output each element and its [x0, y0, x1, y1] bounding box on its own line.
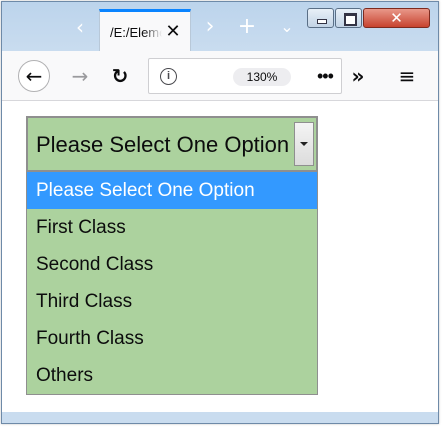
- option-item[interactable]: Others: [27, 357, 317, 394]
- url-bar[interactable]: i 130% •••: [148, 58, 342, 94]
- select-value: Please Select One Option: [36, 132, 290, 157]
- select-dropdown-list: Please Select One Option First Class Sec…: [26, 171, 318, 395]
- ellipsis-icon[interactable]: •••: [317, 66, 339, 86]
- option-item[interactable]: First Class: [27, 209, 317, 246]
- maximize-button[interactable]: [335, 8, 362, 28]
- window-frame-bottom: [2, 412, 438, 423]
- chevron-left-icon[interactable]: ‹: [69, 16, 91, 38]
- minimize-button[interactable]: [307, 8, 334, 28]
- browser-window: ‹ /E:/Elements ✕ › + ⌄ ✕ ← → ↻ i 130% ••…: [1, 1, 439, 424]
- navigation-toolbar: ← → ↻ i 130% ••• » ≡: [2, 51, 438, 101]
- close-icon: ✕: [390, 9, 403, 27]
- arrow-right-icon[interactable]: →: [68, 63, 92, 89]
- tab-active[interactable]: /E:/Elements ✕: [99, 9, 191, 51]
- option-item[interactable]: Fourth Class: [27, 320, 317, 357]
- option-item[interactable]: Please Select One Option: [27, 172, 317, 209]
- dropdown-arrow-icon[interactable]: [294, 122, 314, 166]
- chevron-down-icon[interactable]: ⌄: [275, 15, 299, 39]
- reload-icon[interactable]: ↻: [108, 63, 132, 89]
- page-content: Please Select One Option Please Select O…: [2, 101, 438, 412]
- tab-strip: ‹ /E:/Elements ✕ › + ⌄ ✕: [2, 2, 438, 51]
- zoom-level-badge[interactable]: 130%: [233, 68, 291, 86]
- close-icon[interactable]: ✕: [162, 20, 184, 44]
- double-chevron-right-icon[interactable]: »: [346, 63, 370, 89]
- class-select[interactable]: Please Select One Option: [26, 116, 318, 172]
- option-item[interactable]: Third Class: [27, 283, 317, 320]
- info-icon[interactable]: i: [160, 68, 177, 85]
- window-close-button[interactable]: ✕: [363, 8, 430, 28]
- chevron-right-icon[interactable]: ›: [198, 15, 222, 39]
- hamburger-menu-icon[interactable]: ≡: [395, 63, 419, 89]
- tab-title: /E:/Elements: [110, 25, 162, 40]
- option-item[interactable]: Second Class: [27, 246, 317, 283]
- plus-icon[interactable]: +: [235, 15, 259, 39]
- arrow-left-icon[interactable]: ←: [18, 60, 50, 92]
